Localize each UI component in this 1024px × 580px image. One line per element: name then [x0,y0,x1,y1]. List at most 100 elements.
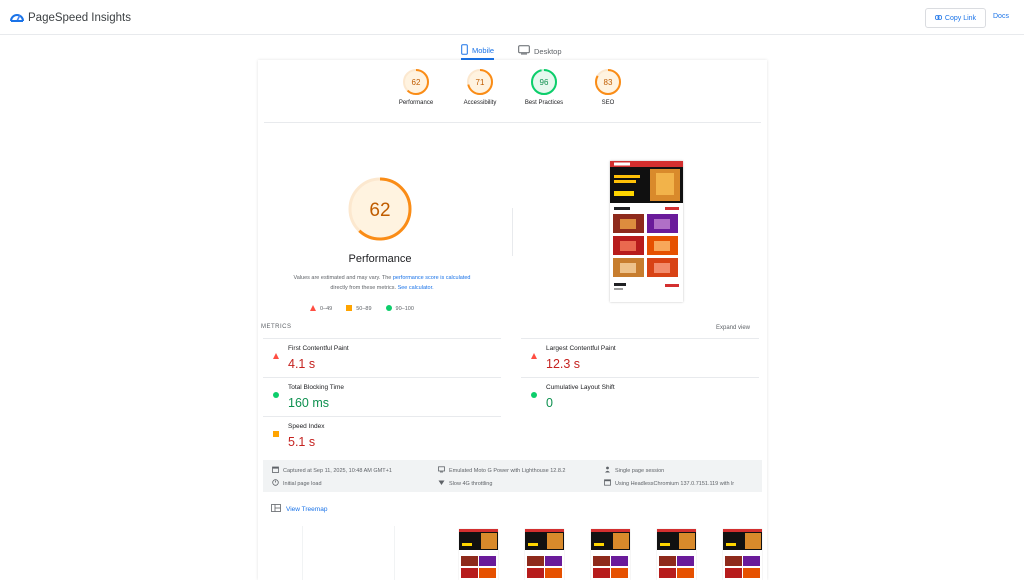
captured-info: Captured at Sep 11, 2025, 10:48 AM GMT+1 [272,466,392,475]
treemap-icon [271,504,281,514]
pagespeed-logo-icon [10,9,24,27]
report-card: 62 Performance 71 Accessibility 96 Best … [258,60,767,580]
average-indicator-icon [273,424,279,442]
performance-gauge: 62 [345,174,415,249]
legend-range: 0–49 [320,306,333,312]
desktop-icon [518,45,530,57]
tab-desktop[interactable]: Desktop [518,42,562,60]
gauge-performance[interactable]: 62 Performance [386,68,446,106]
tab-desktop-label: Desktop [534,46,562,56]
docs-link[interactable]: Docs [993,13,1009,20]
performance-title: Performance [348,253,412,265]
gauge-label: Best Practices [524,100,564,106]
gauge-ring: 83 [595,69,621,95]
gauge-ring: 62 [403,69,429,95]
filmstrip-frame-blank [394,526,395,580]
app-title: PageSpeed Insights [28,12,131,24]
legend-range: 90–100 [395,306,414,312]
good-indicator-icon [273,385,279,403]
link-icon [935,14,942,22]
gauge-ring: 96 [531,69,557,95]
device-icon [438,466,445,475]
tab-mobile-label: Mobile [472,45,495,55]
metric-name: First Contentful Paint [288,345,349,352]
run-info: Captured at Sep 11, 2025, 10:48 AM GMT+1… [263,460,762,492]
filmstrip-frame [591,529,630,580]
metric-first-contentful-paint: First Contentful Paint 4.1 s [263,338,501,376]
metric-largest-contentful-paint: Largest Contentful Paint 12.3 s [521,338,759,376]
svg-text:62: 62 [369,200,390,221]
browser-icon [604,479,611,488]
metric-value: 4.1 s [288,357,316,371]
throttling-info: Slow 4G throttling [438,479,492,488]
legend-range: 50–89 [356,306,372,312]
metric-name: Total Blocking Time [288,384,344,391]
legend-average: 50–89 [346,305,372,313]
gauge-best-practices[interactable]: 96 Best Practices [514,68,574,106]
copy-link-button[interactable]: Copy Link [925,8,986,28]
metric-name: Speed Index [288,423,325,430]
tab-mobile[interactable]: Mobile [461,42,495,60]
info-text: Slow 4G throttling [449,480,493,487]
performance-note: Values are estimated and may vary. The p… [286,273,478,293]
gauge-label: Accessibility [463,100,497,106]
circle-icon [385,305,392,313]
see-calculator-link[interactable]: See calculator. [398,285,434,291]
gauge-ring: 71 [467,69,493,95]
svg-text:96: 96 [540,78,549,87]
load-info: Initial page load [272,479,322,488]
page-screenshot [610,161,683,302]
person-icon [604,466,611,475]
view-treemap-button[interactable]: View Treemap [271,504,327,514]
top-bar: PageSpeed Insights Copy Link Docs [0,0,1024,35]
note-text: directly from these metrics. [330,285,398,291]
svg-text:71: 71 [476,78,485,87]
metric-cumulative-layout-shift: Cumulative Layout Shift 0 [521,377,759,415]
score-calculation-link[interactable]: performance score is calculated [393,275,471,281]
smartphone-icon [461,43,468,57]
filmstrip-frame [657,529,696,580]
filmstrip-frame [723,529,762,580]
metric-name: Cumulative Layout Shift [546,384,615,391]
filmstrip-frame [525,529,564,580]
expand-view-button[interactable]: Expand view [716,325,750,331]
info-text: Captured at Sep 11, 2025, 10:48 AM GMT+1 [283,467,392,474]
network-icon [438,479,445,488]
info-text: Initial page load [283,480,322,487]
filmstrip-frame-blank [302,526,303,580]
view-treemap-label: View Treemap [286,505,328,513]
browser-info: Using HeadlessChromium 137.0.7151.119 wi… [604,479,760,488]
triangle-icon [310,305,316,313]
poor-indicator-icon [273,346,279,364]
svg-text:62: 62 [412,78,421,87]
filmstrip-frame [459,529,498,580]
gauge-seo[interactable]: 83 SEO [578,68,638,106]
info-text: Emulated Moto G Power with Lighthouse 12… [449,467,566,474]
gauge-label: Performance [398,100,434,106]
metric-speed-index: Speed Index 5.1 s [263,416,501,454]
svg-text:83: 83 [604,78,613,87]
copy-link-label: Copy Link [944,14,977,22]
gauge-accessibility[interactable]: 71 Accessibility [450,68,510,106]
square-icon [346,305,353,313]
device-tabs: Mobile Desktop [0,36,1024,60]
device-info: Emulated Moto G Power with Lighthouse 12… [438,466,565,475]
legend-poor: 0–49 [310,305,332,313]
poor-indicator-icon [531,346,537,364]
note-text: Values are estimated and may vary. The [293,275,393,281]
metric-value: 12.3 s [546,357,581,371]
calendar-icon [272,466,279,475]
gauge-label: SEO [601,100,615,106]
metric-total-blocking-time: Total Blocking Time 160 ms [263,377,501,415]
score-gauges: 62 Performance 71 Accessibility 96 Best … [258,68,767,123]
divider [512,208,513,256]
metric-value: 5.1 s [288,435,316,449]
info-text: Using HeadlessChromium 137.0.7151.119 wi… [615,480,735,487]
metric-name: Largest Contentful Paint [546,345,616,352]
divider [264,122,761,123]
score-legend: 0–49 50–89 90–100 [310,305,414,313]
metric-value: 160 ms [288,396,329,410]
metrics-heading: METRICS [261,324,292,330]
brand[interactable]: PageSpeed Insights [10,9,131,27]
info-text: Single page session [615,467,665,474]
